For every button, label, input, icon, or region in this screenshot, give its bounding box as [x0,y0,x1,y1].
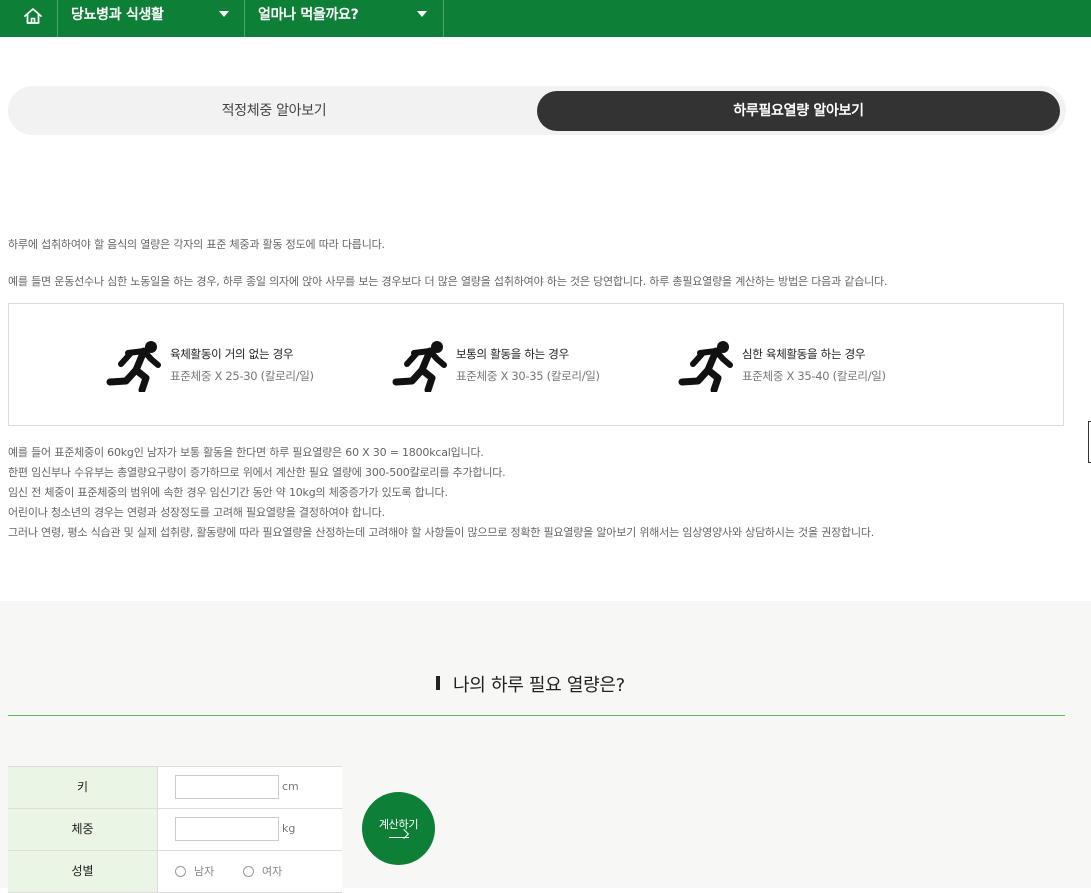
notes-paragraph: 예를 들어 표준체중이 60kg인 남자가 보통 활동을 한다면 하루 필요열량… [8,445,874,545]
activity-formula: 표준체중 X 35-40 (칼로리/일) [742,369,886,383]
home-icon [24,8,42,24]
activity-formula: 표준체중 X 30-35 (칼로리/일) [456,369,600,383]
tab-daily-calorie[interactable]: 하루필요열량 알아보기 [537,91,1060,131]
home-button[interactable] [8,0,58,37]
weight-row: 체중 kg [8,809,342,851]
note-line: 그러나 연령, 평소 식습관 및 실제 섭취량, 활동량에 따라 필요열량을 산… [8,526,875,539]
radio-circle-icon [243,866,254,877]
arrow-right-icon [389,837,409,838]
weight-input[interactable] [175,817,279,841]
activity-title: 육체활동이 거의 없는 경우 [170,347,294,361]
calculator-form: 키 cm 체중 kg 성별 남자 여자 [8,766,342,893]
gender-radio-female[interactable]: 여자 [243,863,282,879]
height-cell: cm [158,767,342,808]
section-title: 나의 하루 필요 열량은? [437,671,625,697]
nav-menu-diabetes-diet[interactable]: 당뇨병과 식생활 [58,0,245,37]
note-line: 어린이나 청소년의 경우는 연령과 성장정도를 고려해 필요열량을 결정하여야 … [8,506,385,519]
activity-level-box: 육체활동이 거의 없는 경우 표준체중 X 25-30 (칼로리/일) 보통의 … [8,303,1064,426]
section-title-text: 나의 하루 필요 열량은? [453,675,625,696]
height-unit: cm [282,780,299,793]
running-person-icon [106,341,161,392]
calculate-button[interactable]: 계산하기 [362,792,435,865]
gender-option-label: 여자 [262,865,283,878]
activity-title: 심한 육체활동을 하는 경우 [742,347,866,361]
tab-ideal-weight[interactable]: 적정체중 알아보기 [14,91,534,131]
chevron-down-icon [417,11,427,17]
activity-title: 보통의 활동을 하는 경우 [456,347,569,361]
weight-label: 체중 [8,809,158,850]
note-line: 임신 전 체중이 표준체중의 범위에 속한 경우 임신기간 동안 약 10kg의… [8,486,448,499]
note-line: 예를 들어 표준체중이 60kg인 남자가 보통 활동을 한다면 하루 필요열량… [8,446,484,459]
height-label: 키 [8,767,158,808]
section-divider [8,715,1065,716]
weight-unit: kg [282,822,296,835]
top-navigation: 당뇨병과 식생활 얼마나 먹을까요? [0,0,1091,37]
intro-text: 하루에 섭취하여야 할 음식의 열량은 각자의 표준 체중과 활동 정도에 따라… [8,238,385,251]
nav-menu-label: 얼마나 먹을까요? [258,7,359,23]
nav-menu-label: 당뇨병과 식생활 [71,7,164,23]
gender-cell: 남자 여자 [158,851,342,892]
gender-radio-male[interactable]: 남자 [175,863,214,879]
running-person-icon [392,341,447,392]
calculate-button-label: 계산하기 [378,818,419,831]
chevron-down-icon [219,11,229,17]
activity-formula: 표준체중 X 25-30 (칼로리/일) [170,369,314,383]
note-line: 한편 임신부나 수유부는 총열량요구량이 증가하므로 위에서 계산한 필요 열량… [8,466,506,479]
tab-bar: 적정체중 알아보기 하루필요열량 알아보기 [8,86,1066,135]
intro-text: 예를 들면 운동선수나 심한 노동일을 하는 경우, 하루 종일 의자에 앉아 … [8,275,888,288]
gender-option-label: 남자 [194,865,215,878]
calorie-calculator-section: 나의 하루 필요 열량은? 키 cm 체중 kg 성별 남자 여자 계산하기 [0,601,1091,893]
height-row: 키 cm [8,767,342,809]
weight-cell: kg [158,809,342,850]
gender-label: 성별 [8,851,158,892]
gender-row: 성별 남자 여자 [8,851,342,893]
radio-circle-icon [175,866,186,877]
running-person-icon [678,341,733,392]
height-input[interactable] [175,775,279,799]
nav-menu-how-much-to-eat[interactable]: 얼마나 먹을까요? [245,0,444,37]
